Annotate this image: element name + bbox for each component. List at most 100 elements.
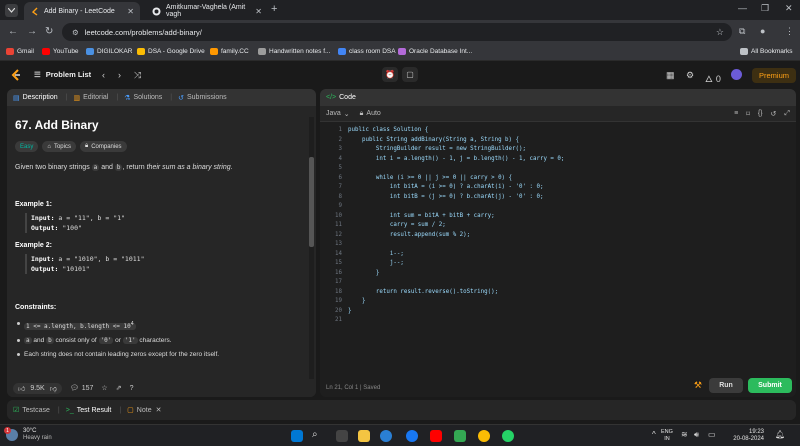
tab-solutions[interactable]: ⚗ Solutions	[124, 94, 162, 102]
grid-layout-icon[interactable]: ▦	[666, 70, 675, 81]
tab-code[interactable]: </> Code	[326, 94, 356, 101]
weather-widget[interactable]: 1 30°C Heavy rain	[4, 427, 52, 442]
help-icon[interactable]: ?	[130, 385, 134, 392]
close-window-icon[interactable]: ✕	[785, 3, 793, 14]
bookmark-star-icon[interactable]: ☆	[716, 27, 724, 38]
prev-problem-icon[interactable]: ‹	[102, 70, 105, 80]
code-line[interactable]: public class Solution {	[348, 126, 428, 136]
close-icon[interactable]: ✕	[255, 7, 262, 16]
auto-mode-toggle[interactable]: 🔒︎ Auto	[360, 110, 381, 118]
task-view-icon[interactable]	[336, 430, 348, 442]
topics-tag[interactable]: ⌂ Topics	[42, 141, 76, 152]
notifications-bell-icon[interactable]: 🔔︎	[775, 430, 785, 439]
tab-test-result[interactable]: >_ Test Result	[66, 407, 112, 414]
new-tab-icon[interactable]: +	[271, 3, 277, 15]
scrollbar[interactable]	[309, 117, 314, 382]
code-line[interactable]: return result.reverse().toString();	[348, 288, 498, 298]
debug-icon[interactable]: ⚒	[694, 380, 702, 391]
share-icon[interactable]: ⇗	[116, 384, 122, 392]
edge-icon[interactable]	[380, 430, 392, 442]
code-line[interactable]: while (i >= 0 || j >= 0 || carry > 0) {	[348, 174, 512, 184]
forward-arrow-icon[interactable]: →	[27, 26, 37, 37]
code-line[interactable]: int sum = bitA + bitB + carry;	[348, 212, 495, 222]
windows-start-icon[interactable]	[291, 430, 303, 442]
run-button[interactable]: Run	[709, 378, 743, 393]
file-explorer-icon[interactable]	[358, 430, 370, 442]
tab-search-button[interactable]	[5, 4, 18, 17]
volume-icon[interactable]: 🔊︎	[694, 430, 699, 440]
fullscreen-icon[interactable]: ⤢	[784, 110, 790, 118]
bookmark-youtube[interactable]: YouTube	[42, 48, 79, 55]
tab-description[interactable]: ▤ Description	[13, 94, 58, 102]
bookmark-handwritten-notes[interactable]: Handwritten notes f...	[258, 48, 330, 55]
bookmark-oracle[interactable]: Oracle Database Int...	[398, 48, 472, 55]
site-info-icon[interactable]: ⚙	[72, 28, 79, 37]
bookmark-gmail[interactable]: Gmail	[6, 48, 34, 55]
braces-icon[interactable]: {}	[758, 110, 763, 117]
streak-counter[interactable]: 🜂 0	[705, 70, 721, 88]
code-line[interactable]: j--;	[348, 259, 404, 269]
extensions-icon[interactable]: ⧉	[739, 26, 745, 37]
tray-chevron-icon[interactable]: ^	[652, 430, 656, 439]
premium-button[interactable]: Premium	[752, 68, 797, 83]
whatsapp-icon[interactable]	[502, 430, 514, 442]
tab-testcase[interactable]: ☑ Testcase	[13, 406, 50, 415]
format-icon[interactable]: ≡	[734, 110, 738, 117]
code-line[interactable]: result.append(sum % 2);	[348, 231, 470, 241]
next-problem-icon[interactable]: ›	[118, 70, 121, 80]
tab-editorial[interactable]: ▥ Editorial	[73, 94, 108, 102]
bookmark-classroom-dsa[interactable]: class room DSA	[338, 48, 396, 55]
search-icon[interactable]: ⌕	[312, 429, 318, 440]
shuffle-icon[interactable]: ⤨	[134, 70, 141, 81]
close-icon[interactable]: ✕	[127, 7, 134, 16]
youtube-icon[interactable]	[430, 430, 442, 442]
wifi-icon[interactable]: ≋	[681, 430, 688, 439]
scrollbar-thumb[interactable]	[309, 157, 314, 247]
close-icon[interactable]: ✕	[156, 406, 162, 414]
back-arrow-icon[interactable]: ←	[8, 26, 18, 37]
leetcode-logo-icon[interactable]	[10, 69, 21, 81]
code-line[interactable]: int bitA = (i >= 0) ? a.charAt(i) - '0' …	[348, 183, 544, 193]
language-select[interactable]: Java ⌄	[326, 110, 350, 118]
chrome-icon[interactable]	[478, 430, 490, 442]
code-line[interactable]: carry = sum / 2;	[348, 221, 446, 231]
bookmark-digilokar[interactable]: DIGILOKAR	[86, 48, 132, 55]
tab-add-binary[interactable]: Add Binary - LeetCode ✕	[24, 2, 140, 20]
profile-avatar-icon[interactable]: ●	[760, 26, 765, 36]
restore-icon[interactable]: ❐	[761, 3, 769, 14]
code-line[interactable]: i--;	[348, 250, 404, 260]
settings-gear-icon[interactable]: ⚙	[686, 70, 694, 81]
all-bookmarks[interactable]: All Bookmarks	[740, 48, 793, 55]
google-drive-icon[interactable]	[454, 430, 466, 442]
bookmark-family[interactable]: family.CC	[210, 48, 249, 55]
problem-list-button[interactable]: ☰ Problem List	[34, 70, 91, 79]
code-line[interactable]: StringBuilder result = new StringBuilder…	[348, 145, 526, 155]
code-line[interactable]: }	[348, 269, 380, 279]
code-line[interactable]: }	[348, 307, 352, 317]
address-bar[interactable]: ⚙ leetcode.com/problems/add-binary/ ☆	[62, 23, 732, 41]
reload-icon[interactable]: ↻	[45, 26, 53, 37]
thumbs-up-icon[interactable]: 👍︎	[18, 384, 25, 393]
tab-github-profile[interactable]: Amitkumar-Vaghela (Amit vagh ✕	[146, 2, 268, 20]
problem-title[interactable]: 67. Add Binary	[15, 118, 308, 132]
language-indicator[interactable]: ENG IN	[661, 429, 673, 443]
bookmark-icon[interactable]: ⌑	[746, 110, 750, 118]
tab-note[interactable]: ▢ Note ✕	[127, 406, 162, 415]
thumbs-down-icon[interactable]: 👎︎	[50, 384, 57, 393]
user-avatar[interactable]	[731, 69, 742, 80]
minimize-icon[interactable]: —	[738, 3, 747, 13]
timer-button[interactable]: ⏰	[382, 67, 398, 82]
more-menu-icon[interactable]: ⋮	[785, 26, 794, 37]
code-line[interactable]: int i = a.length() - 1, j = b.length() -…	[348, 155, 564, 165]
submit-button[interactable]: Submit	[748, 378, 792, 393]
code-line[interactable]: }	[348, 297, 366, 307]
reset-icon[interactable]: ↺	[771, 110, 777, 118]
notes-button[interactable]: ▢	[402, 67, 418, 82]
comments-button[interactable]: 💬︎ 157	[70, 384, 94, 393]
clock[interactable]: 19:23 20-08-2024	[726, 429, 764, 443]
star-icon[interactable]: ☆	[101, 384, 107, 392]
companies-tag[interactable]: 🔒︎ Companies	[79, 141, 127, 152]
bookmark-dsa-drive[interactable]: DSA - Google Drive	[137, 48, 205, 55]
code-line[interactable]: int bitB = (j >= 0) ? b.charAt(j) - '0' …	[348, 193, 544, 203]
tab-submissions[interactable]: ↺ Submissions	[178, 94, 227, 102]
